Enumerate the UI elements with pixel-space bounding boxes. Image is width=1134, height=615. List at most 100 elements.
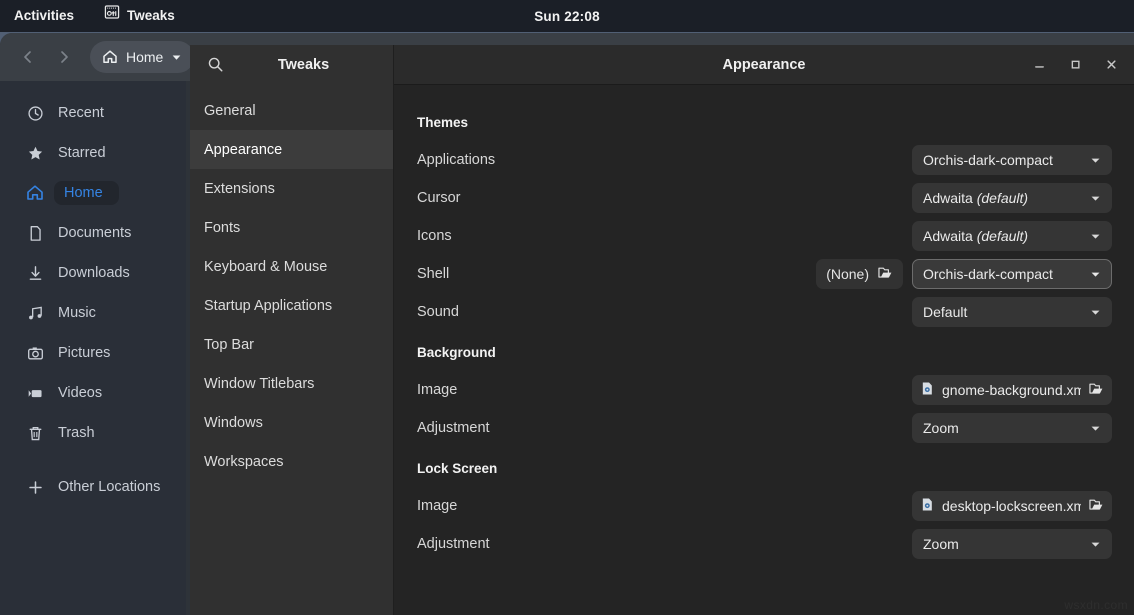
chevron-down-icon [1090, 423, 1101, 434]
minimize-icon [1033, 58, 1046, 71]
row-background-image: Image gnome-background.xml [395, 371, 1134, 409]
row-label: Cursor [417, 190, 461, 206]
clock-icon [26, 104, 44, 122]
sidebar-item-label: Trash [58, 425, 95, 441]
sidebar-item-label: Recent [58, 105, 104, 121]
chevron-down-icon [171, 52, 182, 63]
applications-theme-dropdown[interactable]: Orchis-dark-compact [912, 145, 1112, 175]
gnome-top-bar: Activities Tweaks Sun 22:08 [0, 0, 1134, 32]
sidebar-item-label: Videos [58, 385, 102, 401]
home-icon [102, 49, 118, 65]
minimize-button[interactable] [1022, 48, 1056, 82]
row-lockscreen-adjustment: Adjustment Zoom [395, 525, 1134, 563]
cursor-theme-dropdown[interactable]: Adwaita (default) [912, 183, 1112, 213]
shell-theme-dropdown[interactable]: Orchis-dark-compact [912, 259, 1112, 289]
chevron-down-icon [1090, 193, 1101, 204]
tab-extensions[interactable]: Extensions [190, 169, 393, 208]
sidebar-separator [0, 453, 186, 467]
tweaks-sidebar-title: Tweaks [232, 57, 393, 73]
row-label: Icons [417, 228, 452, 244]
sidebar-item-music[interactable]: Music [8, 293, 178, 333]
sidebar-item-documents[interactable]: Documents [8, 213, 178, 253]
activities-button[interactable]: Activities [4, 0, 84, 32]
sidebar-item-trash[interactable]: Trash [8, 413, 178, 453]
tab-workspaces[interactable]: Workspaces [190, 442, 393, 481]
tweaks-sidebar-label: Workspaces [204, 454, 284, 470]
tab-top-bar[interactable]: Top Bar [190, 325, 393, 364]
tweaks-headerbar-right: Appearance [394, 45, 1134, 85]
video-icon [26, 384, 44, 402]
forward-button[interactable] [48, 41, 80, 73]
background-image-filename: gnome-background.xml [942, 382, 1081, 398]
sidebar-item-label: Music [58, 305, 96, 321]
document-icon [26, 224, 44, 242]
sidebar-item-pictures[interactable]: Pictures [8, 333, 178, 373]
xml-file-icon [920, 497, 935, 515]
row-label: Applications [417, 152, 495, 168]
nautilus-places-list: Recent Starred H [0, 81, 186, 507]
sidebar-item-label: Pictures [58, 345, 110, 361]
close-button[interactable] [1094, 48, 1128, 82]
home-icon [26, 184, 44, 202]
row-cursor: Cursor Adwaita (default) [395, 179, 1134, 217]
shell-theme-file-button[interactable]: (None) [816, 259, 903, 289]
dropdown-value: Zoom [923, 420, 959, 436]
tab-appearance[interactable]: Appearance [190, 130, 393, 169]
dropdown-value-default: (default) [977, 190, 1028, 206]
dropdown-value: Adwaita [923, 228, 977, 244]
tab-startup-applications[interactable]: Startup Applications [190, 286, 393, 325]
section-title-background: Background [395, 345, 1134, 360]
search-button[interactable] [198, 48, 232, 82]
row-icons: Icons Adwaita (default) [395, 217, 1134, 255]
download-icon [26, 264, 44, 282]
sidebar-item-other-locations[interactable]: Other Locations [8, 467, 178, 507]
nautilus-nav-buttons [12, 41, 80, 73]
row-label: Image [417, 498, 457, 514]
dropdown-value: Adwaita [923, 190, 977, 206]
back-button[interactable] [12, 41, 44, 73]
tweaks-sidebar-label: Top Bar [204, 337, 254, 353]
sidebar-item-starred[interactable]: Starred [8, 133, 178, 173]
sidebar-item-recent[interactable]: Recent [8, 93, 178, 133]
app-menu-label: Tweaks [127, 0, 175, 32]
chevron-down-icon [1090, 269, 1101, 280]
chevron-down-icon [1090, 539, 1101, 550]
sidebar-item-videos[interactable]: Videos [8, 373, 178, 413]
plus-icon [26, 478, 44, 496]
background-image-button[interactable]: gnome-background.xml [912, 375, 1112, 405]
tweaks-sidebar-label: Extensions [204, 181, 275, 197]
maximize-icon [1069, 58, 1082, 71]
app-menu-button[interactable]: Tweaks [96, 0, 183, 32]
screen: Home Recent [0, 0, 1134, 615]
section-title-lock-screen: Lock Screen [395, 461, 1134, 476]
sidebar-item-home[interactable]: Home [8, 173, 178, 213]
tab-keyboard-mouse[interactable]: Keyboard & Mouse [190, 247, 393, 286]
lockscreen-image-button[interactable]: desktop-lockscreen.xml [912, 491, 1112, 521]
dropdown-value-default: (default) [977, 228, 1028, 244]
dropdown-value: Orchis-dark-compact [923, 152, 1053, 168]
section-title-themes: Themes [395, 115, 1134, 130]
nautilus-sidebar: Recent Starred H [0, 81, 186, 615]
chevron-right-icon [56, 49, 72, 65]
window-controls [1022, 48, 1128, 82]
xml-file-icon [920, 381, 935, 399]
path-bar-home-button[interactable]: Home [90, 41, 194, 73]
close-icon [1105, 58, 1118, 71]
lockscreen-adjustment-dropdown[interactable]: Zoom [912, 529, 1112, 559]
row-label: Adjustment [417, 420, 490, 436]
maximize-button[interactable] [1058, 48, 1092, 82]
file-open-icon [877, 265, 893, 284]
tab-fonts[interactable]: Fonts [190, 208, 393, 247]
star-icon [26, 144, 44, 162]
icons-theme-dropdown[interactable]: Adwaita (default) [912, 221, 1112, 251]
tab-windows[interactable]: Windows [190, 403, 393, 442]
tab-window-titlebars[interactable]: Window Titlebars [190, 364, 393, 403]
sound-theme-dropdown[interactable]: Default [912, 297, 1112, 327]
sidebar-item-downloads[interactable]: Downloads [8, 253, 178, 293]
music-icon [26, 304, 44, 322]
background-adjustment-dropdown[interactable]: Zoom [912, 413, 1112, 443]
tweaks-sidebar-label: Fonts [204, 220, 240, 236]
tab-general[interactable]: General [190, 91, 393, 130]
shell-theme-none-label: (None) [826, 266, 869, 282]
tweaks-window: Tweaks Appearance [190, 45, 1134, 615]
